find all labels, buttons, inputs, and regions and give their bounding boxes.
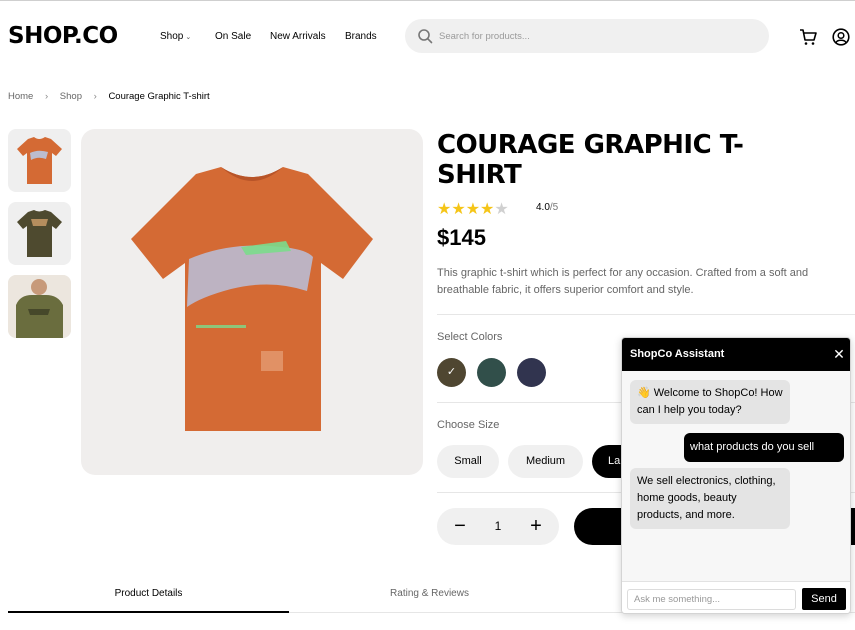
size-medium-button[interactable]: Medium	[508, 445, 583, 478]
search-input[interactable]	[439, 28, 739, 44]
send-button[interactable]: Send	[802, 588, 846, 610]
size-label: Choose Size	[437, 419, 500, 431]
site-header: SHOP.CO Shop ⌄ On Sale New Arrivals Brand…	[0, 1, 855, 71]
star-empty-icon: ★	[494, 201, 509, 218]
size-small-button[interactable]: Small	[437, 445, 499, 478]
chat-widget: ShopCo Assistant ✕ 👋 Welcome to ShopCo! …	[621, 337, 851, 614]
breadcrumb-current: Courage Graphic T-shirt	[108, 91, 210, 102]
tab-product-details[interactable]: Product Details	[8, 588, 289, 599]
product-main-image	[81, 129, 423, 475]
star-icon: ★	[437, 201, 452, 218]
quantity-value: 1	[494, 519, 502, 533]
chat-footer: Send	[622, 581, 850, 613]
tshirt-back-image	[17, 210, 62, 257]
tshirt-front-image	[17, 137, 62, 184]
chat-messages: 👋 Welcome to ShopCo! How can I help you …	[622, 371, 850, 581]
chevron-right-icon: ›	[44, 91, 49, 102]
check-icon: ✓	[446, 366, 457, 378]
chat-message-user: what products do you sell	[684, 433, 844, 462]
star-icon: ★	[465, 201, 481, 218]
divider	[437, 314, 855, 315]
chat-title: ShopCo Assistant	[630, 348, 725, 360]
star-icon: ★	[480, 201, 495, 218]
account-icon[interactable]	[832, 28, 850, 46]
cart-icon[interactable]	[799, 28, 817, 46]
breadcrumb-home[interactable]: Home	[8, 91, 33, 102]
nav-new-arrivals[interactable]: New Arrivals	[270, 31, 326, 42]
thumbnail-front[interactable]	[8, 129, 71, 192]
breadcrumb: Home › Shop › Courage Graphic T-shirt	[8, 91, 210, 102]
tshirt-main-image	[131, 167, 373, 431]
nav-shop-label[interactable]: Shop	[160, 31, 183, 42]
nav-brands[interactable]: Brands	[345, 31, 377, 42]
rating-score: 4.0	[536, 202, 550, 213]
search-icon	[418, 29, 433, 44]
tab-rating-reviews[interactable]: Rating & Reviews	[289, 588, 570, 599]
color-swatch-navy[interactable]	[517, 358, 546, 387]
minus-icon[interactable]: −	[452, 516, 468, 536]
model-wearing-tshirt-image	[8, 275, 71, 338]
star-icon: ★	[451, 201, 466, 218]
rating-value: 4.0/5	[536, 202, 558, 213]
nav-on-sale[interactable]: On Sale	[215, 31, 251, 42]
chevron-right-icon: ›	[93, 91, 97, 102]
chat-header: ShopCo Assistant ✕	[622, 338, 850, 371]
plus-icon[interactable]: +	[527, 516, 545, 536]
chat-input[interactable]	[627, 589, 796, 610]
nav-shop[interactable]: Shop ⌄	[160, 31, 191, 42]
chevron-down-icon[interactable]: ⌄	[185, 34, 191, 41]
color-swatch-olive[interactable]: ✓	[437, 358, 466, 387]
thumbnail-back[interactable]	[8, 202, 71, 265]
search-bar[interactable]	[405, 19, 769, 53]
chat-message-bot: 👋 Welcome to ShopCo! How can I help you …	[630, 380, 790, 424]
close-icon[interactable]: ✕	[831, 345, 847, 363]
breadcrumb-shop[interactable]: Shop	[60, 91, 82, 102]
product-description: This graphic t-shirt which is perfect fo…	[437, 267, 809, 296]
color-swatch-teal[interactable]	[477, 358, 506, 387]
product-price: $145	[437, 225, 486, 250]
chat-message-bot: We sell electronics, clothing, home good…	[630, 468, 790, 529]
tab-active-indicator	[8, 611, 289, 613]
thumbnail-model[interactable]	[8, 275, 71, 338]
quantity-stepper: − 1 +	[437, 508, 559, 545]
rating-stars: ★★★★★	[437, 199, 509, 219]
logo[interactable]: SHOP.CO	[8, 23, 118, 49]
colors-label: Select Colors	[437, 331, 503, 343]
product-title: Courage Graphic T-shirt	[437, 130, 744, 190]
rating-max: /5	[549, 202, 559, 213]
